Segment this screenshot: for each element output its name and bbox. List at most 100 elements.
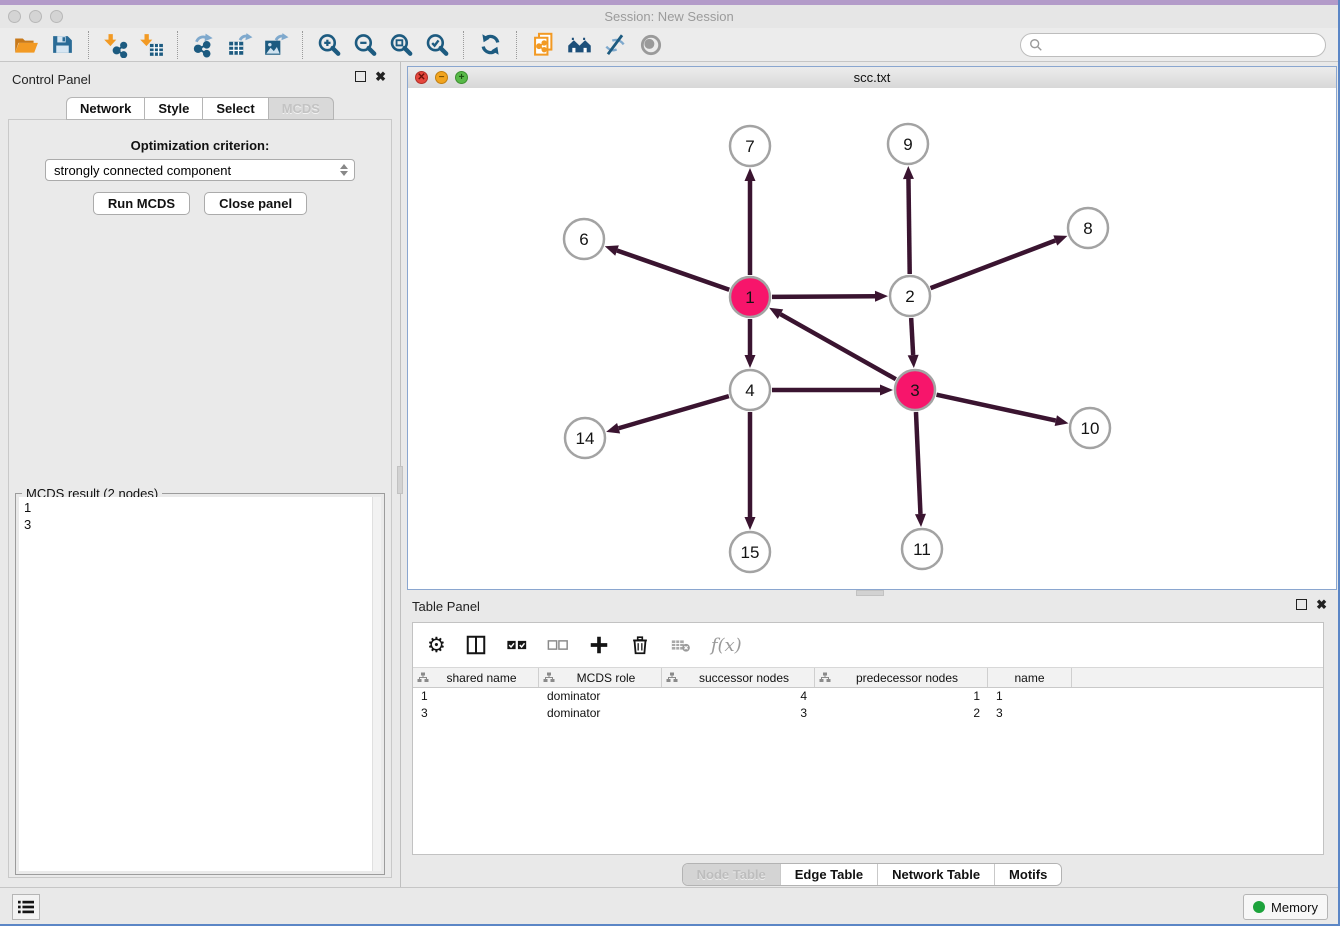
table-cell[interactable]: 4	[662, 688, 815, 705]
graph-edge-arrowhead	[875, 291, 888, 302]
search-box[interactable]	[1020, 33, 1326, 57]
export-table-button[interactable]	[222, 30, 258, 60]
column-layout-button[interactable]	[465, 634, 487, 656]
show-all-button[interactable]	[633, 30, 669, 60]
table-row[interactable]: 3dominator323	[413, 705, 1323, 722]
network-window-titlebar[interactable]: ✕ − + scc.txt	[408, 67, 1336, 89]
table-cell[interactable]: 3	[988, 705, 1072, 722]
graph-edge-arrowhead	[745, 168, 756, 181]
table-panel-title: Table Panel	[412, 599, 480, 614]
close-panel-icon[interactable]: ✖	[1316, 599, 1327, 610]
run-mcds-button[interactable]: Run MCDS	[93, 192, 190, 215]
new-network-from-selection-icon	[530, 31, 557, 58]
network-canvas[interactable]: 1234678910111415	[408, 88, 1336, 589]
refresh-button[interactable]	[472, 30, 508, 60]
search-input[interactable]	[1048, 37, 1317, 53]
close-panel-icon[interactable]: ✖	[375, 71, 386, 82]
task-history-button[interactable]	[12, 894, 40, 920]
table-settings-button[interactable]: ⚙	[427, 635, 446, 656]
zoom-in-icon	[316, 32, 342, 58]
column-header-name[interactable]: name	[988, 668, 1072, 687]
function-builder-button[interactable]: f(x)	[711, 635, 742, 656]
deselect-all-icon	[547, 634, 569, 656]
table-body: 1dominator4113dominator323	[413, 688, 1323, 722]
network-window: ✕ − + scc.txt 1234678910111415	[407, 66, 1337, 590]
column-header-predecessor-nodes[interactable]: predecessor nodes	[815, 668, 988, 687]
toolbar-separator	[302, 31, 303, 59]
graph-edge-3-1[interactable]	[780, 314, 895, 379]
table-cell[interactable]: 3	[413, 705, 539, 722]
graph-edge-arrowhead	[745, 355, 756, 368]
window-title: Session: New Session	[0, 9, 1338, 24]
column-header-shared-name[interactable]: shared name	[413, 668, 539, 687]
hierarchy-icon	[417, 672, 429, 683]
zoom-selected-button[interactable]	[419, 30, 455, 60]
import-network-button[interactable]	[97, 30, 133, 60]
graph-edge-2-8[interactable]	[931, 240, 1056, 288]
combo-stepper-icon	[340, 164, 348, 176]
hide-selected-button[interactable]	[597, 30, 633, 60]
zoom-out-button[interactable]	[347, 30, 383, 60]
table-cell[interactable]: 3	[662, 705, 815, 722]
tab-edge-table[interactable]: Edge Table	[781, 864, 878, 885]
tab-mcds[interactable]: MCDS	[268, 97, 334, 120]
zoom-fit-button[interactable]	[383, 30, 419, 60]
table-cell[interactable]: 2	[815, 705, 988, 722]
open-folder-icon	[13, 32, 39, 58]
criterion-select[interactable]: strongly connected component	[45, 159, 355, 181]
export-network-button[interactable]	[186, 30, 222, 60]
table-cell[interactable]: dominator	[539, 688, 662, 705]
deselect-all-button[interactable]	[547, 634, 569, 656]
control-panel: Control Panel ✖ NetworkStyleSelectMCDS O…	[0, 62, 401, 888]
list-icon	[17, 899, 35, 915]
graph-edge-4-14[interactable]	[619, 396, 729, 428]
tab-network-table[interactable]: Network Table	[878, 864, 995, 885]
tab-node-table[interactable]: Node Table	[683, 864, 781, 885]
control-panel-title: Control Panel	[12, 72, 91, 87]
graph-node-label: 9	[903, 135, 912, 154]
select-all-button[interactable]	[506, 634, 528, 656]
home-button[interactable]	[561, 30, 597, 60]
graph-edge-2-9[interactable]	[908, 179, 909, 274]
tab-select[interactable]: Select	[202, 97, 268, 120]
float-panel-icon[interactable]	[1296, 599, 1307, 610]
graph-node-label: 1	[745, 288, 754, 307]
zoom-in-button[interactable]	[311, 30, 347, 60]
gear-icon: ⚙	[427, 635, 446, 656]
save-session-button[interactable]	[44, 30, 80, 60]
column-header-successor-nodes[interactable]: successor nodes	[662, 668, 815, 687]
column-header-MCDS-role[interactable]: MCDS role	[539, 668, 662, 687]
table-cell[interactable]: 1	[413, 688, 539, 705]
graph-edge-arrowhead	[880, 385, 893, 396]
graph-edge-2-3[interactable]	[911, 318, 913, 355]
table-cell[interactable]: 1	[815, 688, 988, 705]
table-cell[interactable]: 1	[988, 688, 1072, 705]
select-all-icon	[506, 634, 528, 656]
export-image-button[interactable]	[258, 30, 294, 60]
tab-style[interactable]: Style	[144, 97, 203, 120]
tab-network[interactable]: Network	[66, 97, 145, 120]
splitter-handle[interactable]	[397, 466, 403, 494]
delete-column-button[interactable]	[629, 634, 651, 656]
result-scrollbar[interactable]	[372, 497, 381, 871]
graph-edge-1-6[interactable]	[617, 251, 729, 290]
hide-selected-icon	[602, 32, 628, 58]
graph-edge-3-11[interactable]	[916, 412, 920, 514]
delete-table-icon	[670, 634, 692, 656]
close-panel-button[interactable]: Close panel	[204, 192, 307, 215]
float-panel-icon[interactable]	[355, 71, 366, 82]
titlebar: Session: New Session	[0, 5, 1338, 29]
tab-motifs[interactable]: Motifs	[995, 864, 1061, 885]
graph-node-label: 14	[576, 429, 595, 448]
new-network-from-selection-button[interactable]	[525, 30, 561, 60]
graph-edge-1-2[interactable]	[772, 296, 875, 297]
open-session-button[interactable]	[8, 30, 44, 60]
memory-button[interactable]: Memory	[1243, 894, 1328, 920]
graph-edge-3-10[interactable]	[936, 395, 1055, 421]
table-cell[interactable]: dominator	[539, 705, 662, 722]
table-row[interactable]: 1dominator411	[413, 688, 1323, 705]
import-table-button[interactable]	[133, 30, 169, 60]
add-column-button[interactable]	[588, 634, 610, 656]
delete-table-button[interactable]	[670, 634, 692, 656]
network-graph: 1234678910111415	[408, 88, 1336, 589]
